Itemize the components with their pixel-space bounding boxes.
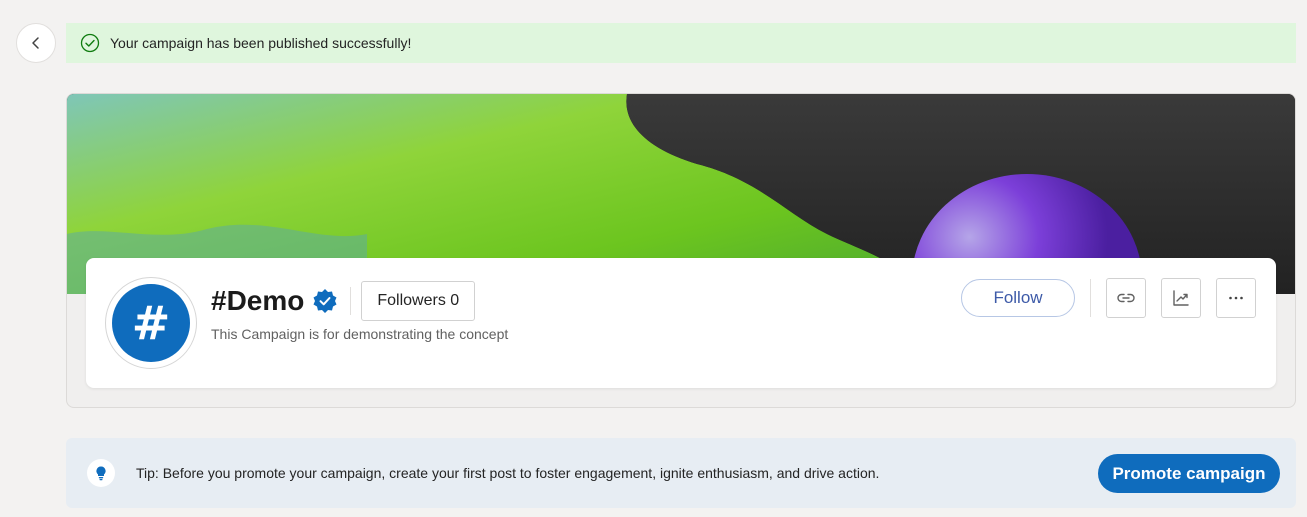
success-message: Your campaign has been published success… [110,35,412,51]
campaign-description: This Campaign is for demonstrating the c… [211,326,509,342]
promotion-tip: Tip: Before you promote your campaign, c… [66,438,1296,508]
chevron-left-icon [29,36,43,50]
campaign-title-row: #Demo Followers 0 [211,281,476,321]
actions-divider [1090,279,1091,317]
success-notification: Your campaign has been published success… [66,23,1296,63]
lightbulb-icon [87,459,115,487]
copy-link-button[interactable] [1106,278,1146,318]
follow-button[interactable]: Follow [961,279,1075,317]
analytics-button[interactable] [1161,278,1201,318]
back-button[interactable] [16,23,56,63]
campaign-profile: # #Demo Followers 0 This Campaign is for… [86,258,1276,388]
trend-chart-icon [1171,288,1191,308]
more-options-button[interactable] [1216,278,1256,318]
link-icon [1116,288,1136,308]
title-divider [350,287,352,315]
promote-campaign-button[interactable]: Promote campaign [1098,454,1280,493]
hashtag-icon: # [112,284,190,362]
verified-badge-icon [312,288,338,314]
tip-text: Tip: Before you promote your campaign, c… [136,465,880,481]
campaign-title: #Demo [211,285,305,316]
followers-count[interactable]: Followers 0 [361,281,476,321]
more-horizontal-icon [1226,288,1246,308]
campaign-avatar: # [105,277,197,369]
check-circle-icon [80,33,100,53]
